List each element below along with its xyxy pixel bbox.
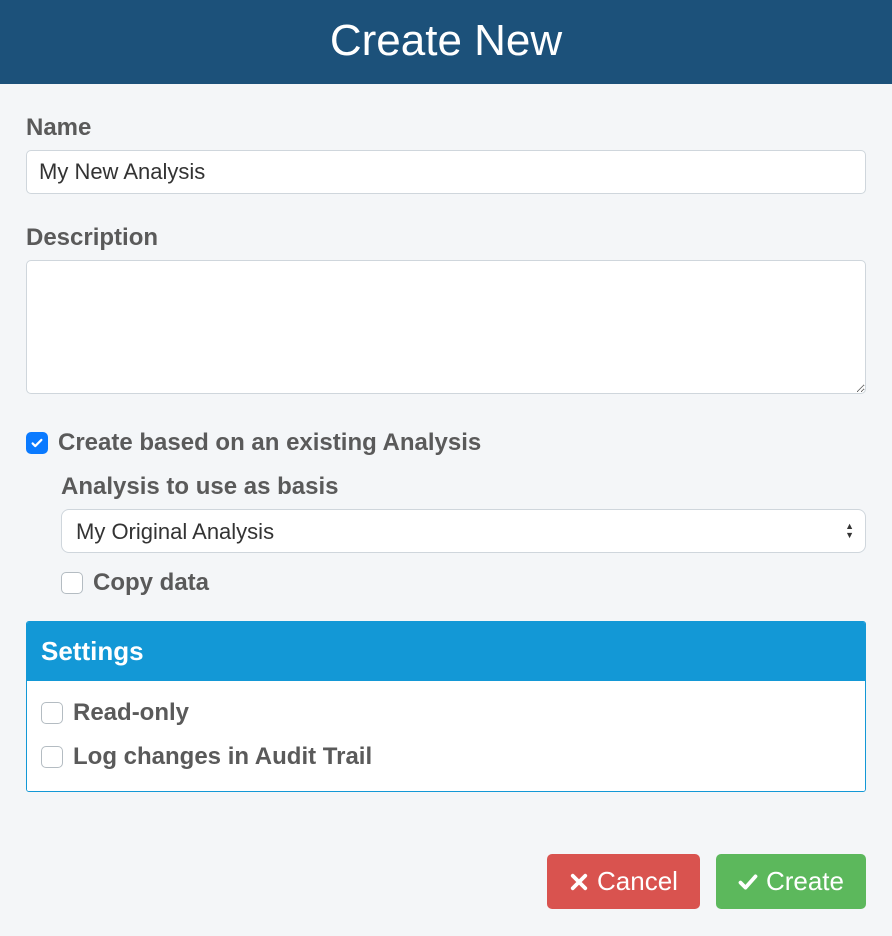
- name-input[interactable]: [26, 150, 866, 194]
- description-label: Description: [26, 224, 866, 252]
- basis-label: Analysis to use as basis: [61, 473, 866, 501]
- audit-trail-checkbox[interactable]: [41, 746, 63, 768]
- dialog-content: Name Description Create based on an exis…: [0, 84, 892, 792]
- description-field-group: Description: [26, 224, 866, 399]
- dialog-title: Create New: [330, 16, 562, 65]
- dialog-footer: Cancel Create: [0, 792, 892, 909]
- read-only-label: Read-only: [73, 699, 189, 727]
- create-button-label: Create: [766, 866, 844, 897]
- settings-panel: Settings Read-only Log changes in Audit …: [26, 621, 866, 792]
- audit-trail-label: Log changes in Audit Trail: [73, 743, 372, 771]
- audit-trail-row: Log changes in Audit Trail: [41, 743, 851, 771]
- cancel-button[interactable]: Cancel: [547, 854, 700, 909]
- copy-data-label: Copy data: [93, 569, 209, 597]
- settings-header: Settings: [27, 622, 865, 681]
- close-icon: [569, 872, 589, 892]
- based-on-existing-label: Create based on an existing Analysis: [58, 429, 481, 457]
- check-icon: [738, 872, 758, 892]
- settings-body: Read-only Log changes in Audit Trail: [27, 681, 865, 791]
- basis-subsection: Analysis to use as basis My Original Ana…: [61, 473, 866, 597]
- create-button[interactable]: Create: [716, 854, 866, 909]
- read-only-checkbox[interactable]: [41, 702, 63, 724]
- read-only-row: Read-only: [41, 699, 851, 727]
- based-on-existing-checkbox[interactable]: [26, 432, 48, 454]
- check-icon: [30, 436, 44, 450]
- based-on-existing-row: Create based on an existing Analysis: [26, 429, 866, 457]
- description-input[interactable]: [26, 260, 866, 394]
- copy-data-row: Copy data: [61, 569, 866, 597]
- name-label: Name: [26, 114, 866, 142]
- copy-data-checkbox[interactable]: [61, 572, 83, 594]
- basis-select-wrap: My Original Analysis ▲▼: [61, 509, 866, 553]
- dialog-header: Create New: [0, 0, 892, 84]
- name-field-group: Name: [26, 114, 866, 194]
- basis-select[interactable]: My Original Analysis: [61, 509, 866, 553]
- cancel-button-label: Cancel: [597, 866, 678, 897]
